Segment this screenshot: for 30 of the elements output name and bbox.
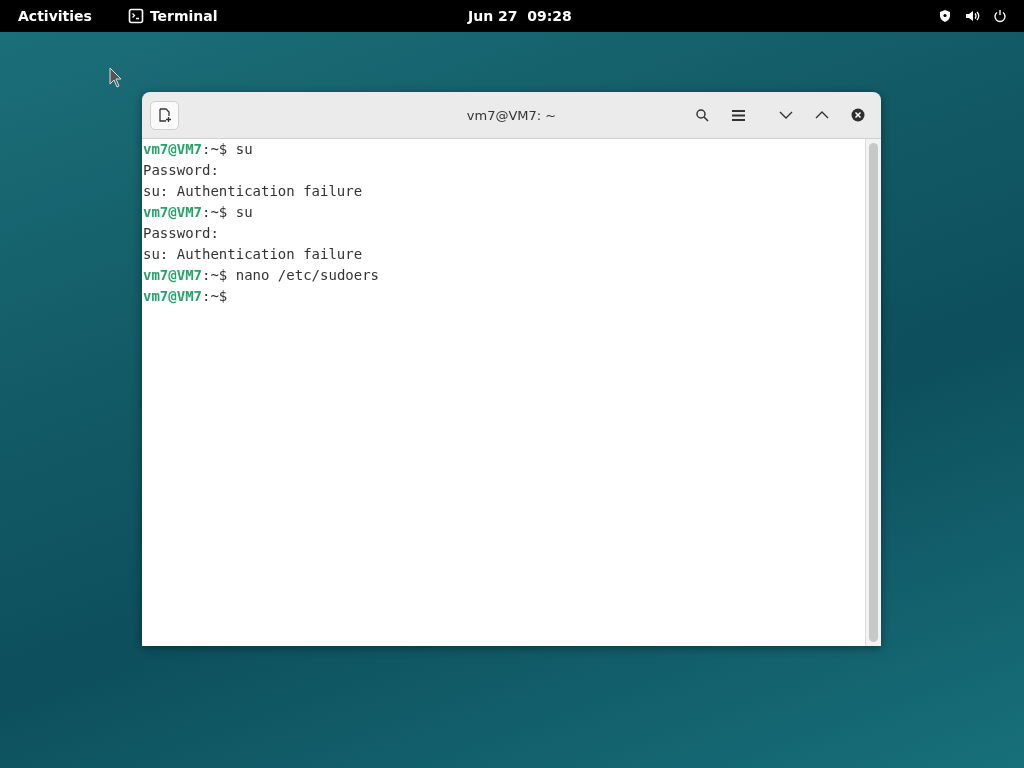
prompt-user: vm7@VM7 bbox=[143, 141, 202, 157]
mouse-pointer-icon bbox=[109, 67, 123, 88]
scrollbar[interactable] bbox=[865, 139, 881, 646]
prompt-user: vm7@VM7 bbox=[143, 267, 202, 283]
prompt-command: :~$ su bbox=[202, 204, 253, 220]
clock-button[interactable]: Jun 27 09:28 bbox=[468, 8, 572, 24]
activities-button[interactable]: Activities bbox=[18, 8, 92, 24]
new-tab-icon bbox=[157, 107, 172, 123]
chevron-down-icon bbox=[779, 111, 793, 119]
window-title: vm7@VM7: ~ bbox=[466, 107, 557, 123]
output-text: su: Authentication failure bbox=[143, 246, 363, 262]
search-icon bbox=[695, 108, 709, 122]
menu-icon bbox=[731, 109, 745, 121]
prompt-user: vm7@VM7 bbox=[143, 288, 202, 304]
prompt-command: :~$ bbox=[202, 288, 228, 304]
prompt-command: :~$ su bbox=[202, 141, 253, 157]
output-text: Password: bbox=[143, 225, 219, 241]
app-menu-button[interactable]: Terminal bbox=[149, 8, 218, 24]
new-tab-button[interactable] bbox=[150, 100, 179, 130]
volume-icon[interactable] bbox=[965, 9, 980, 23]
power-icon[interactable] bbox=[993, 9, 1007, 23]
terminal-icon bbox=[127, 8, 144, 24]
scrollbar-thumb[interactable] bbox=[869, 143, 878, 642]
output-text: Password: bbox=[143, 162, 219, 178]
chevron-up-icon bbox=[815, 111, 829, 119]
prompt-user: vm7@VM7 bbox=[143, 204, 202, 220]
close-icon bbox=[851, 108, 865, 122]
prompt-command: :~$ nano /etc/sudoers bbox=[202, 267, 380, 283]
shield-icon[interactable] bbox=[938, 9, 952, 23]
output-text: su: Authentication failure bbox=[143, 183, 363, 199]
